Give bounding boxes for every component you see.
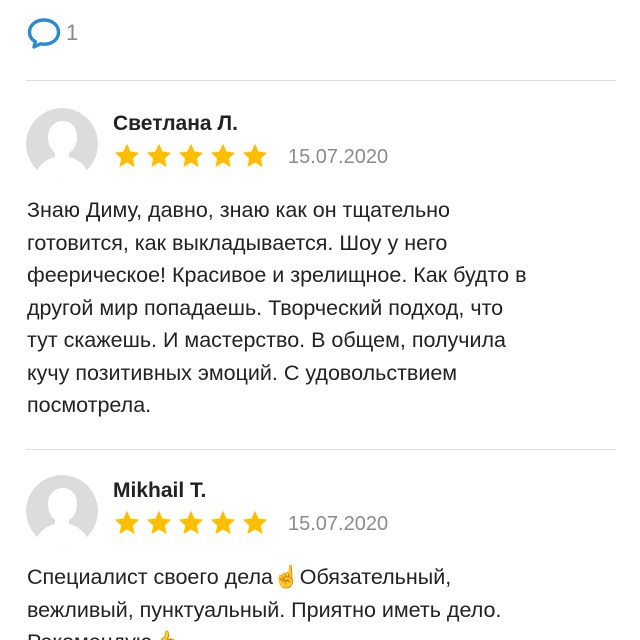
star-icon	[242, 143, 268, 167]
review-author[interactable]: Светлана Л.	[113, 112, 238, 136]
rating-stars	[113, 142, 273, 170]
comments-counter[interactable]: 1	[26, 16, 78, 50]
review-date: 15.07.2020	[288, 513, 389, 535]
star-icon	[146, 143, 172, 167]
rating-stars	[113, 509, 273, 537]
star-icon	[114, 510, 140, 534]
review-author[interactable]: Mikhail T.	[113, 479, 206, 503]
review-date: 15.07.2020	[288, 146, 389, 168]
comment-count: 1	[66, 20, 79, 45]
review-text: Знаю Диму, давно, знаю как он тщательно …	[27, 198, 527, 417]
star-icon	[242, 510, 268, 534]
avatar[interactable]	[26, 475, 98, 547]
star-icon	[146, 510, 172, 534]
user-silhouette-icon	[26, 108, 98, 180]
review-card: Светлана Л. 15.07.2020 Знаю Диму, давно,…	[0, 108, 640, 438]
star-icon	[178, 510, 204, 534]
avatar[interactable]	[26, 108, 98, 180]
star-icon	[114, 143, 140, 167]
divider	[26, 80, 616, 81]
review-card: Mikhail T. 15.07.2020 Специалист своего …	[0, 475, 640, 640]
review-text: Специалист своего дела☝️Обязательный, ве…	[27, 565, 502, 640]
divider	[26, 449, 616, 450]
star-icon	[210, 510, 236, 534]
star-icon	[210, 143, 236, 167]
star-icon	[178, 143, 204, 167]
reviews-page: 1 Светлана Л. 15.07.2020 Знаю Диму, давн…	[0, 0, 640, 640]
user-silhouette-icon	[26, 475, 98, 547]
comment-icon	[27, 18, 61, 49]
